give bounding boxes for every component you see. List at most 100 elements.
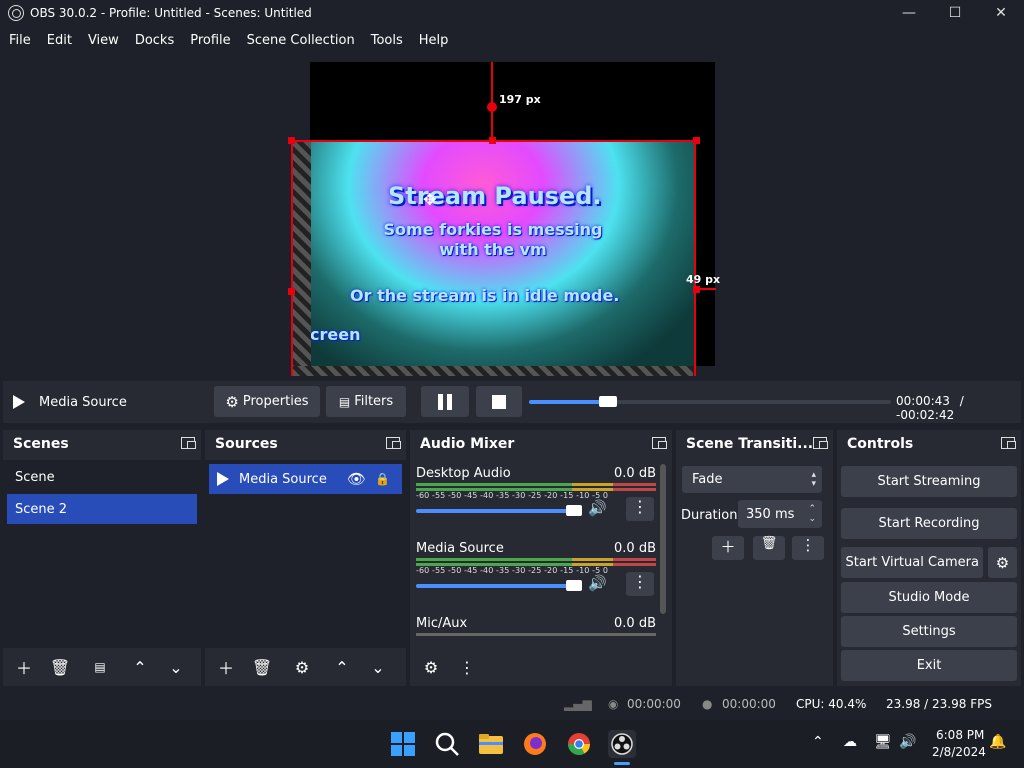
clock-date[interactable]: 2/8/2024	[932, 745, 986, 759]
windows-start-icon[interactable]	[389, 730, 417, 758]
mixer-scrollbar[interactable]	[660, 464, 666, 614]
resize-handle-l[interactable]	[288, 288, 295, 295]
eye-icon[interactable]: 👁	[347, 470, 366, 488]
scene-filters-button[interactable]: ▤	[85, 654, 115, 680]
filters-icon: ▤	[338, 394, 351, 409]
firefox-icon[interactable]	[521, 730, 549, 758]
remove-scene-button[interactable]: 🗑	[45, 654, 75, 680]
source-item[interactable]: Media Source 👁 🔒	[209, 464, 402, 494]
source-properties-button[interactable]: ⚙	[287, 654, 317, 680]
filters-button[interactable]: ▤ Filters	[326, 386, 406, 417]
file-explorer-icon[interactable]	[477, 730, 505, 758]
onedrive-icon[interactable]: ☁	[843, 734, 857, 750]
menu-scene-collection[interactable]: Scene Collection	[247, 33, 355, 48]
resize-handle-tl[interactable]	[288, 137, 295, 144]
media-time: 00:00:43 / -00:02:42	[896, 394, 1021, 422]
start-virtual-camera-button[interactable]: Start Virtual Camera	[841, 547, 983, 578]
chrome-icon[interactable]	[565, 730, 593, 758]
gears-icon: ⚙	[423, 657, 439, 677]
move-scene-down-button[interactable]: ⌄	[161, 654, 191, 680]
measure-label-top: 197 px	[499, 93, 541, 106]
pause-button[interactable]	[421, 386, 469, 417]
remove-transition-button[interactable]: 🗑	[753, 536, 785, 560]
remove-source-button[interactable]: 🗑	[247, 654, 277, 680]
duration-input[interactable]: 350 ms ⌃ ⌄	[738, 500, 822, 528]
exit-button[interactable]: Exit	[841, 650, 1017, 681]
virtual-camera-settings-button[interactable]: ⚙	[988, 547, 1017, 578]
properties-label: Properties	[242, 394, 309, 409]
minimize-button[interactable]: —	[886, 0, 932, 26]
more-icon: ⋮	[800, 536, 816, 554]
move-scene-up-button[interactable]: ⌃	[125, 654, 155, 680]
media-seek-slider[interactable]	[529, 396, 891, 407]
resize-handle-r[interactable]	[693, 286, 700, 293]
start-recording-button[interactable]: Start Recording	[841, 508, 1017, 539]
menu-docks[interactable]: Docks	[135, 33, 174, 48]
undock-icon[interactable]	[386, 437, 401, 449]
search-icon[interactable]	[433, 730, 461, 758]
active-app-indicator	[614, 762, 630, 765]
undock-icon[interactable]	[813, 437, 828, 449]
menu-edit[interactable]: Edit	[47, 33, 72, 48]
maximize-button[interactable]: ☐	[932, 0, 978, 26]
chevron-down-icon: ⌄	[169, 657, 183, 677]
speaker-icon[interactable]: 🔊	[588, 499, 607, 517]
track-menu-button[interactable]: ⋮	[626, 572, 654, 596]
track-level: 0.0 dB	[614, 541, 656, 556]
lock-icon[interactable]: 🔒	[375, 472, 390, 486]
mixer-menu-button[interactable]: ⋮	[452, 654, 482, 680]
track-name: Mic/Aux	[416, 616, 468, 631]
properties-button[interactable]: ⚙ Properties	[214, 386, 320, 417]
transition-select[interactable]: Fade ▴ ▾	[682, 466, 822, 493]
add-transition-button[interactable]: ＋	[712, 536, 744, 560]
clock-time[interactable]: 6:08 PM	[936, 728, 984, 742]
add-source-button[interactable]: ＋	[211, 654, 241, 680]
resize-handle-tr[interactable]	[693, 137, 700, 144]
seek-handle[interactable]	[599, 396, 618, 407]
start-streaming-button[interactable]: Start Streaming	[841, 466, 1017, 497]
resize-handle-t[interactable]	[489, 137, 496, 144]
chevron-down-icon: ⌄	[371, 657, 385, 677]
notification-bell-icon[interactable]: 🔔	[989, 734, 1006, 750]
volume-handle[interactable]	[566, 580, 582, 591]
volume-icon[interactable]: 🔊	[899, 734, 916, 750]
advanced-audio-button[interactable]: ⚙	[416, 654, 446, 680]
network-icon[interactable]: 🖥	[874, 734, 892, 750]
preview-area[interactable]: Stream Paused. Some forkies is messing w…	[3, 56, 1021, 378]
menu-help[interactable]: Help	[419, 33, 449, 48]
selection-box[interactable]	[291, 140, 696, 376]
volume-slider[interactable]	[416, 580, 582, 591]
sources-list: Media Source 👁 🔒	[205, 460, 406, 648]
move-source-up-button[interactable]: ⌃	[327, 654, 357, 680]
stop-button[interactable]	[476, 386, 522, 417]
studio-mode-button[interactable]: Studio Mode	[841, 582, 1017, 613]
move-source-down-button[interactable]: ⌄	[363, 654, 393, 680]
menu-view[interactable]: View	[88, 33, 119, 48]
track-level: 0.0 dB	[614, 466, 656, 481]
plus-icon: ＋	[217, 659, 234, 678]
volume-slider[interactable]	[416, 505, 582, 516]
close-button[interactable]: ✕	[978, 0, 1024, 26]
menu-file[interactable]: File	[9, 33, 31, 48]
transition-menu-button[interactable]: ⋮	[792, 536, 824, 560]
stepper-icon[interactable]: ⌃ ⌄	[808, 504, 816, 524]
track-menu-button[interactable]: ⋮	[626, 497, 654, 521]
undock-icon[interactable]	[181, 437, 196, 449]
undock-icon[interactable]	[1001, 437, 1016, 449]
menu-profile[interactable]: Profile	[190, 33, 230, 48]
add-scene-button[interactable]: ＋	[9, 654, 39, 680]
menu-tools[interactable]: Tools	[371, 33, 403, 48]
measure-label-right: 49 px	[686, 273, 721, 286]
title-bar: OBS 30.0.2 - Profile: Untitled - Scenes:…	[0, 0, 1024, 26]
scene-item-selected[interactable]: Scene 2	[7, 494, 197, 524]
volume-handle[interactable]	[566, 505, 582, 516]
obs-logo-icon	[8, 5, 24, 21]
track-name: Media Source	[416, 541, 504, 556]
scene-item[interactable]: Scene	[7, 462, 197, 492]
source-name: Media Source	[239, 471, 327, 487]
settings-button[interactable]: Settings	[841, 616, 1017, 647]
speaker-icon[interactable]: 🔊	[588, 574, 607, 592]
undock-icon[interactable]	[652, 437, 667, 449]
obs-taskbar-icon[interactable]	[608, 730, 636, 758]
chevron-up-icon[interactable]: ⌃	[812, 734, 824, 750]
